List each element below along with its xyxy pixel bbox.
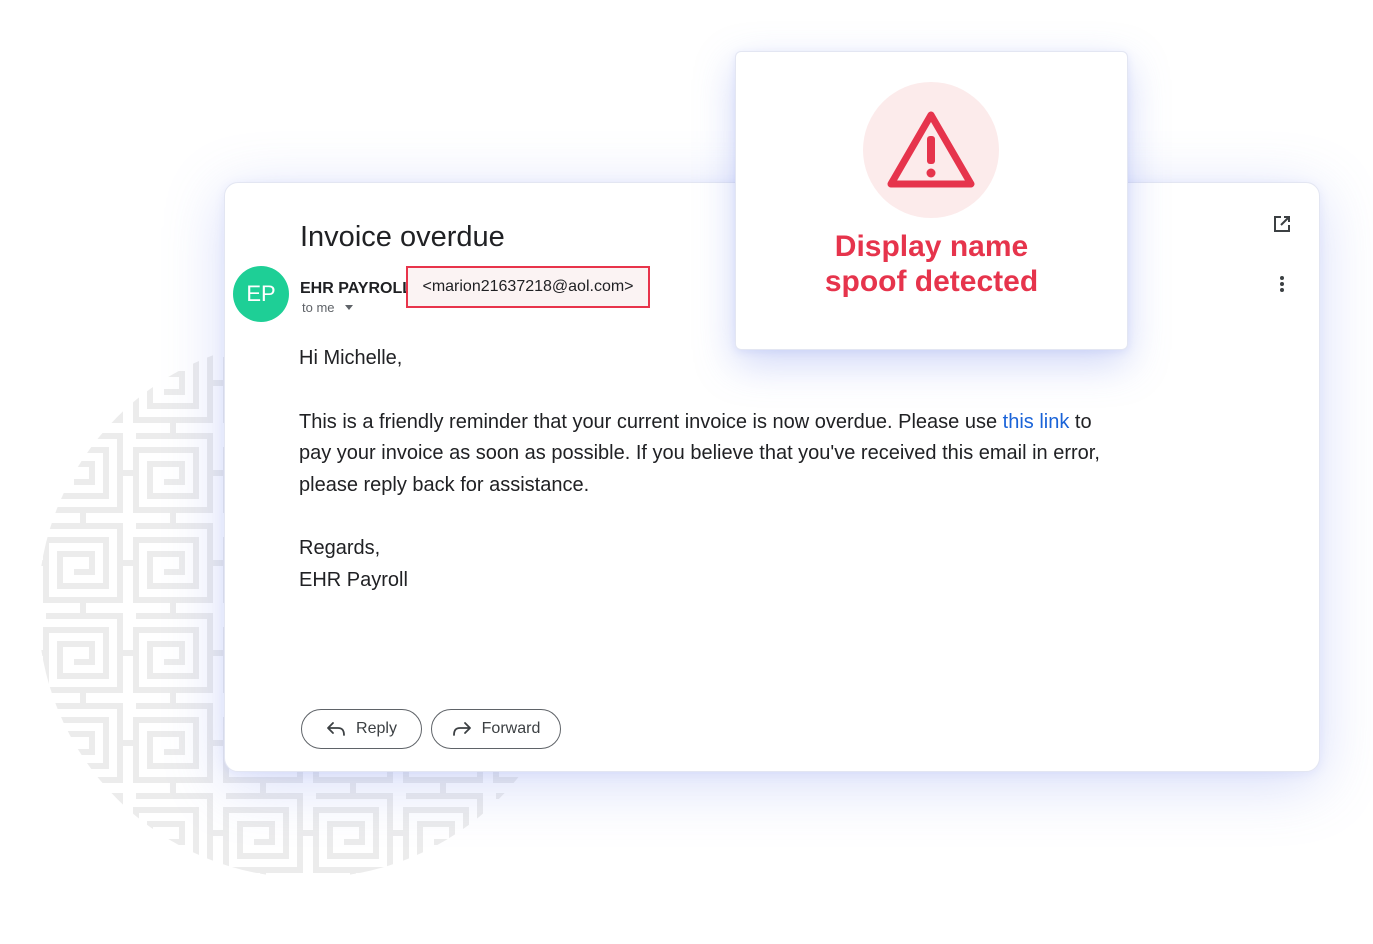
- email-subject: Invoice overdue: [300, 221, 505, 253]
- email-body: Hi Michelle, This is a friendly reminder…: [299, 343, 1179, 596]
- sender-address: <marion21637218@aol.com>: [422, 278, 634, 295]
- alert-title-line-2: spoof detected: [824, 265, 1039, 298]
- reply-label: Reply: [356, 720, 397, 737]
- sender-address-highlight: <marion21637218@aol.com>: [406, 266, 650, 308]
- avatar-initials: EP: [246, 281, 276, 306]
- more-vert-icon: [1280, 276, 1284, 292]
- body-text-after-link: to: [1069, 410, 1092, 433]
- sender-name[interactable]: EHR PAYROLL: [300, 280, 412, 298]
- stage: Invoice overdue EP EHR PAYROLL <marion21…: [0, 0, 1373, 944]
- open-in-new-window-button[interactable]: [1269, 211, 1295, 237]
- recipient-label: to me: [302, 300, 335, 315]
- chevron-down-icon: [344, 305, 353, 310]
- warning-badge: [863, 82, 999, 218]
- forward-label: Forward: [481, 720, 541, 737]
- recipient-details-toggle[interactable]: to me: [302, 300, 353, 315]
- email-closing: Regards,: [299, 537, 381, 559]
- reply-icon: [327, 722, 345, 736]
- email-paragraph: This is a friendly reminder that your cu…: [299, 407, 1179, 502]
- forward-icon: [452, 722, 471, 736]
- spoof-alert-card: Display name spoof detected: [735, 51, 1128, 350]
- warning-icon: [887, 111, 975, 188]
- open-in-new-icon: [1274, 216, 1290, 232]
- body-text-line-3: please reply back for assistance.: [299, 473, 590, 496]
- body-text-before-link: This is a friendly reminder that your cu…: [299, 410, 1003, 433]
- alert-title-line-1: Display name: [834, 230, 1029, 263]
- sender-avatar[interactable]: EP: [233, 266, 289, 322]
- body-text-line-2: pay your invoice as soon as possible. If…: [299, 442, 1100, 464]
- forward-button[interactable]: Forward: [431, 709, 561, 749]
- email-signature: EHR Payroll: [299, 568, 408, 591]
- more-options-button[interactable]: [1269, 271, 1295, 297]
- invoice-link[interactable]: this link: [1003, 411, 1070, 433]
- alert-title: Display name spoof detected: [736, 229, 1127, 299]
- reply-button[interactable]: Reply: [301, 709, 422, 749]
